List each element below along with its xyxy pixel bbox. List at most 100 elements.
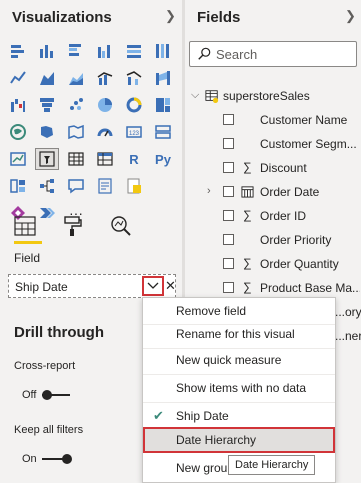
stacked-bar-chart-icon[interactable] (6, 40, 30, 62)
menu-item-label: Rename for this visual (176, 327, 295, 341)
filled-map-icon[interactable] (35, 121, 59, 143)
field-checkbox[interactable] (223, 282, 234, 293)
shape-map-icon[interactable] (64, 121, 88, 143)
field-row[interactable]: Customer Segm... (185, 133, 361, 155)
menu-item-show-items-no-data[interactable]: Show items with no data (143, 375, 335, 401)
field-row[interactable]: ∑ Discount (185, 157, 361, 179)
keep-all-filters-toggle[interactable] (42, 454, 74, 464)
field-checkbox[interactable] (223, 162, 234, 173)
active-tab-indicator (14, 241, 42, 244)
field-label: Order Priority (260, 233, 332, 247)
viz-tabs (12, 214, 134, 238)
tooltip: Date Hierarchy (228, 455, 316, 475)
field-row[interactable]: › Order Date (185, 181, 361, 203)
table-icon (205, 90, 219, 103)
field-label: Order Date (260, 185, 320, 199)
field-checkbox[interactable] (223, 138, 234, 149)
decomposition-tree-icon[interactable] (35, 175, 59, 197)
clustered-bar-chart-icon[interactable] (64, 40, 88, 62)
waterfall-chart-icon[interactable] (6, 94, 30, 116)
field-dropdown-button[interactable] (142, 276, 164, 296)
keep-all-filters-state: On (22, 453, 37, 465)
gauge-icon[interactable] (93, 121, 117, 143)
field-row[interactable]: ∑ Product Base Ma... (185, 277, 361, 299)
field-checkbox[interactable] (223, 186, 234, 197)
drill-through-title: Drill through (14, 324, 104, 341)
line-and-clustered-column-chart-icon[interactable] (122, 67, 146, 89)
fields-tab-icon[interactable] (12, 214, 38, 238)
donut-chart-icon[interactable] (122, 94, 146, 116)
field-checkbox[interactable] (223, 258, 234, 269)
menu-item-ship-date[interactable]: ✔ Ship Date (143, 403, 335, 429)
field-checkbox[interactable] (223, 210, 234, 221)
field-label: ...ner (335, 329, 361, 343)
menu-item-label: Date Hierarchy (176, 433, 257, 447)
fields-title: Fields (197, 9, 241, 26)
key-influencers-icon[interactable] (6, 175, 30, 197)
map-icon[interactable] (6, 121, 30, 143)
100-stacked-column-chart-icon[interactable] (151, 40, 175, 62)
fields-search-input[interactable]: Search (189, 41, 357, 67)
table-icon[interactable] (64, 148, 88, 170)
area-chart-icon[interactable] (35, 67, 59, 89)
sum-icon: ∑ (243, 208, 252, 222)
chevron-down-icon[interactable]: ⌵ (191, 89, 199, 102)
r-visual-icon[interactable]: R (122, 148, 146, 170)
pie-chart-icon[interactable] (93, 94, 117, 116)
clustered-column-chart-icon[interactable] (93, 40, 117, 62)
analytics-magnifier-icon[interactable] (108, 214, 134, 238)
visualizations-title: Visualizations (12, 9, 112, 26)
menu-item-new-quick-measure[interactable]: New quick measure (143, 347, 335, 373)
svg-text:123: 123 (129, 131, 140, 137)
paginated-report-icon[interactable] (122, 175, 146, 197)
smart-narrative-icon[interactable] (93, 175, 117, 197)
visual-gallery: 123 R Py ··· (6, 40, 178, 227)
blank-slot (151, 175, 175, 197)
field-well[interactable]: Ship Date ✕ (8, 274, 176, 298)
format-paint-roller-icon[interactable] (60, 214, 86, 238)
funnel-chart-icon[interactable] (35, 94, 59, 116)
matrix-icon[interactable] (93, 148, 117, 170)
field-row[interactable]: ∑ Order Quantity (185, 253, 361, 275)
100-stacked-bar-chart-icon[interactable] (122, 40, 146, 62)
field-checkbox[interactable] (223, 114, 234, 125)
keep-all-filters-label: Keep all filters (14, 424, 84, 436)
field-checkbox[interactable] (223, 234, 234, 245)
collapse-visualizations-icon[interactable]: ❯ (165, 8, 176, 24)
menu-item-rename[interactable]: Rename for this visual (143, 321, 335, 347)
collapse-fields-icon[interactable]: ❯ (345, 8, 356, 24)
kpi-icon[interactable] (6, 148, 30, 170)
cross-report-label: Cross-report (14, 360, 76, 372)
line-chart-icon[interactable] (6, 67, 30, 89)
table-node-superstoresales[interactable]: ⌵ superstoreSales (185, 85, 361, 107)
treemap-icon[interactable] (151, 94, 175, 116)
scatter-chart-icon[interactable] (64, 94, 88, 116)
field-row[interactable]: ∑ Order ID (185, 205, 361, 227)
qa-visual-icon[interactable] (64, 175, 88, 197)
sum-icon: ∑ (243, 256, 252, 270)
menu-item-date-hierarchy[interactable]: Date Hierarchy (143, 427, 335, 453)
field-label: Order Quantity (260, 257, 339, 271)
field-label: Discount (260, 161, 307, 175)
ribbon-chart-icon[interactable] (151, 67, 175, 89)
field-label: Product Base Ma... (260, 281, 360, 295)
python-visual-icon[interactable]: Py (151, 148, 175, 170)
field-label: Order ID (260, 209, 307, 223)
cross-report-toggle[interactable] (42, 390, 74, 400)
field-well-label: Field (14, 251, 41, 265)
stacked-column-chart-icon[interactable] (35, 40, 59, 62)
slicer-icon[interactable] (35, 148, 59, 170)
field-well-value: Ship Date (15, 280, 68, 294)
multi-row-card-icon[interactable] (151, 121, 175, 143)
remove-field-close-icon[interactable]: ✕ (165, 278, 176, 294)
menu-item-label: Ship Date (176, 409, 229, 423)
card-icon[interactable]: 123 (122, 121, 146, 143)
field-label: ...ory (335, 305, 361, 319)
line-and-column-chart-icon[interactable] (93, 67, 117, 89)
stacked-area-chart-icon[interactable] (64, 67, 88, 89)
chevron-right-icon[interactable]: › (207, 185, 211, 197)
field-row[interactable]: Customer Name (185, 109, 361, 131)
menu-item-label: New grou (176, 461, 228, 475)
field-row[interactable]: Order Priority (185, 229, 361, 251)
chevron-down-icon (147, 282, 159, 289)
